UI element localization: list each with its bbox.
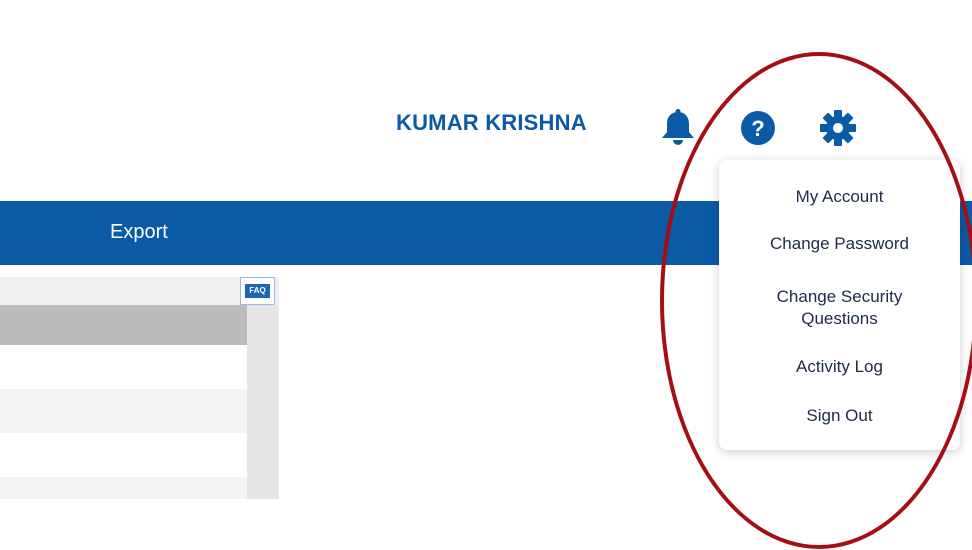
table-header — [0, 305, 247, 345]
gear-icon[interactable] — [816, 106, 860, 150]
table-row — [0, 389, 247, 433]
menu-item-my-account[interactable]: My Account — [719, 186, 960, 208]
faq-button[interactable]: FAQ — [240, 277, 275, 305]
bell-icon[interactable] — [657, 108, 699, 148]
table-row — [0, 477, 247, 499]
menu-item-change-password[interactable]: Change Password — [719, 233, 960, 255]
scrollbar[interactable] — [247, 305, 279, 499]
user-name: KUMAR KRISHNA — [396, 110, 587, 135]
menu-item-change-security-questions-label: Change Security Questions — [776, 287, 903, 328]
menu-item-change-security-questions[interactable]: Change Security Questions — [719, 286, 960, 330]
menu-item-sign-out[interactable]: Sign Out — [719, 405, 960, 427]
settings-dropdown-menu: My Account Change Password Change Securi… — [719, 160, 960, 450]
svg-text:?: ? — [751, 116, 764, 141]
table-row — [0, 345, 247, 389]
data-panel — [0, 277, 279, 499]
faq-icon: FAQ — [245, 284, 270, 298]
table-row — [0, 433, 247, 477]
panel-toolbar — [0, 277, 279, 305]
menu-item-activity-log[interactable]: Activity Log — [719, 356, 960, 378]
nav-export[interactable]: Export — [110, 221, 168, 244]
help-icon[interactable]: ? — [738, 108, 778, 148]
